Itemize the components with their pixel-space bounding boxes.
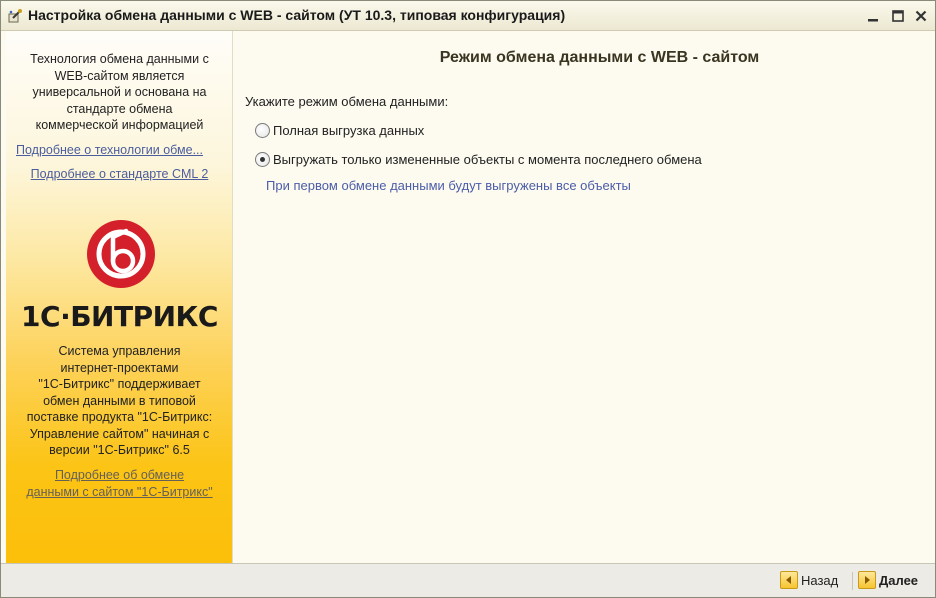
changed-only-option[interactable]: Выгружать только измененные объекты с мо… bbox=[255, 152, 702, 167]
description-line: WEB-сайтом является bbox=[54, 68, 185, 83]
main-panel: Режим обмена данными с WEB - сайтом Укаж… bbox=[234, 31, 935, 563]
description-line: Система управления bbox=[58, 344, 181, 358]
technology-details-link[interactable]: Подробнее о технологии обме... bbox=[16, 142, 226, 159]
bitrix-exchange-link[interactable]: Подробнее об обмене данными с сайтом "1С… bbox=[6, 467, 233, 500]
info-sidebar: Технология обмена данными с WEB-сайтом я… bbox=[6, 31, 233, 563]
radio-dot-icon bbox=[260, 157, 265, 162]
description-line: интернет-проектами bbox=[60, 360, 179, 375]
page-title-text: Режим обмена данными с WEB - сайтом bbox=[439, 49, 760, 66]
link-line[interactable]: Подробнее об обмене bbox=[6, 467, 233, 484]
description-line: универсальной и основана на bbox=[32, 85, 207, 99]
bitrix-description: Система управления интернет-проектами "1… bbox=[6, 343, 233, 459]
next-label[interactable]: Далее bbox=[879, 573, 918, 588]
page-title: Режим обмена данными с WEB - сайтом bbox=[234, 49, 935, 67]
radio-button-selected[interactable] bbox=[255, 152, 270, 167]
minimize-button[interactable] bbox=[863, 6, 883, 26]
description-line: коммерческой информацией bbox=[35, 118, 204, 132]
close-button[interactable] bbox=[911, 6, 931, 26]
description-line: Управление сайтом" начиная с bbox=[29, 426, 210, 441]
back-button[interactable]: Назад bbox=[780, 570, 838, 590]
settings-window: Настройка обмена данными с WEB - сайтом … bbox=[0, 0, 936, 598]
link-line[interactable]: данными с сайтом "1С-Битрикс" bbox=[6, 484, 233, 501]
description-line: "1С-Битрикс" поддерживает bbox=[38, 377, 201, 391]
wizard-footer: Назад Далее bbox=[1, 563, 935, 597]
maximize-icon bbox=[892, 10, 904, 22]
title-bar[interactable]: Настройка обмена данными с WEB - сайтом … bbox=[1, 1, 935, 31]
minimize-icon bbox=[868, 19, 878, 22]
description-line: стандарте обмена bbox=[66, 101, 173, 116]
option-label[interactable]: Полная выгрузка данных bbox=[273, 123, 424, 138]
arrow-left-icon bbox=[780, 571, 798, 589]
description-line: Технология обмена данными с bbox=[30, 52, 209, 66]
description-line: поставке продукта "1С-Битрикс: bbox=[26, 410, 213, 424]
description-line: обмен данными в типовой bbox=[43, 393, 196, 408]
settings-wizard-icon bbox=[7, 8, 23, 24]
option-label[interactable]: Выгружать только измененные объекты с мо… bbox=[273, 152, 702, 167]
maximize-button[interactable] bbox=[888, 6, 908, 26]
next-button[interactable]: Далее bbox=[858, 570, 918, 590]
mode-prompt: Укажите режим обмена данными: bbox=[245, 94, 449, 109]
technology-description: Технология обмена данными с WEB-сайтом я… bbox=[6, 51, 233, 134]
cml-standard-link[interactable]: Подробнее о стандарте CML 2 bbox=[6, 166, 233, 183]
bitrix-logo-icon bbox=[87, 220, 155, 288]
first-exchange-hint: При первом обмене данными будут выгружен… bbox=[266, 178, 631, 193]
full-export-option[interactable]: Полная выгрузка данных bbox=[255, 123, 424, 138]
footer-divider bbox=[852, 572, 853, 590]
window-title: Настройка обмена данными с WEB - сайтом … bbox=[28, 7, 566, 23]
arrow-right-icon bbox=[858, 571, 876, 589]
back-label[interactable]: Назад bbox=[801, 573, 838, 588]
radio-button[interactable] bbox=[255, 123, 270, 138]
bitrix-logo-text: 1С·БИТРИКС bbox=[21, 300, 218, 333]
close-icon bbox=[915, 10, 927, 22]
description-line: версии "1С-Битрикс" 6.5 bbox=[49, 443, 190, 457]
